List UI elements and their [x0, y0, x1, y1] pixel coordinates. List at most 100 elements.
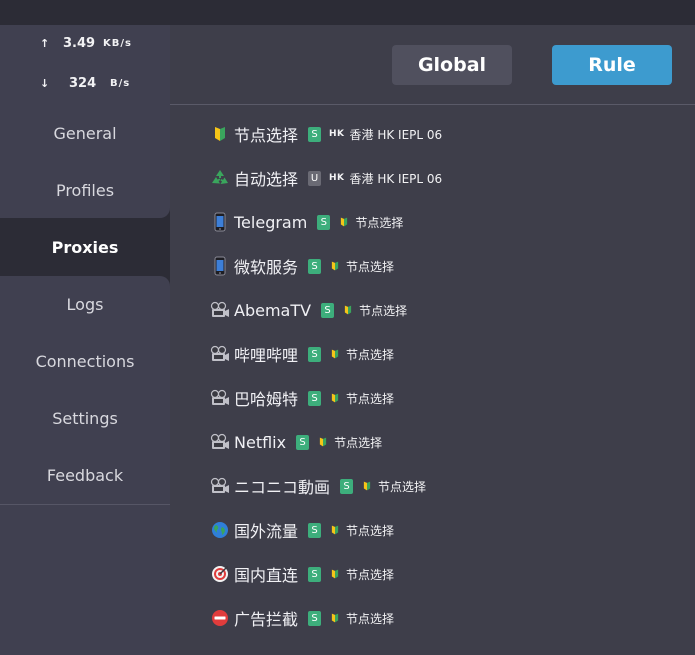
nav-profiles[interactable]: Profiles [0, 171, 170, 211]
proxy-type-badge: S [321, 302, 335, 318]
selected-proxy: 节点选择 [329, 346, 394, 363]
download-arrow-icon: ↓ [40, 77, 50, 90]
nav-proxies[interactable]: Proxies [0, 228, 170, 268]
proxy-type-badge: U [308, 170, 322, 186]
proxy-group-row[interactable]: 微软服务 S 节点选择 [210, 253, 394, 279]
beginner-icon [329, 567, 341, 581]
proxy-group-name: 哔哩哔哩 [234, 346, 299, 365]
proxy-type-badge: S [308, 390, 322, 406]
beginner-icon [329, 391, 341, 405]
proxy-group-row[interactable]: 国外流量 S 节点选择 [210, 517, 394, 543]
proxy-type-badge: S [317, 214, 331, 230]
selected-proxy-name: 节点选择 [346, 259, 395, 274]
selected-proxy: 节点选择 [338, 214, 403, 231]
upload-speed-value: 3.49 [63, 36, 96, 51]
nav-feedback[interactable]: Feedback [0, 456, 170, 496]
phone-icon [210, 212, 230, 232]
proxy-type-badge: S [308, 566, 322, 582]
mode-switch: Global Rule [170, 25, 695, 105]
rule-mode-button[interactable]: Rule [552, 45, 672, 85]
proxy-group-row[interactable]: 国内直连 S 节点选择 [210, 561, 394, 587]
nav-group-top: General Profiles [0, 105, 170, 218]
nav-general[interactable]: General [0, 114, 170, 154]
selected-proxy-name: 节点选择 [346, 391, 395, 406]
selected-proxy: 节点选择 [329, 522, 394, 539]
selected-proxy-name: 节点选择 [346, 611, 395, 626]
video-camera-icon [210, 432, 230, 452]
proxy-group-row[interactable]: 自动选择 U HK 香港 HK IEPL 06 [210, 165, 442, 191]
proxy-type-badge: S [308, 610, 322, 626]
proxy-group-name: 节点选择 [234, 126, 299, 145]
beginner-icon [342, 303, 354, 317]
video-camera-icon [210, 388, 230, 408]
globe-icon [210, 520, 230, 540]
proxy-group-row[interactable]: Netflix S 节点选择 [210, 429, 382, 455]
selected-proxy-name: 节点选择 [359, 303, 408, 318]
proxy-group-row[interactable]: AbemaTV S 节点选择 [210, 297, 407, 323]
beginner-icon [361, 479, 373, 493]
proxy-group-row[interactable]: ニコニコ動画 S 节点选择 [210, 473, 426, 499]
video-camera-icon [210, 344, 230, 364]
selected-proxy: 节点选择 [329, 390, 394, 407]
proxy-type-badge: S [308, 126, 322, 142]
nav-group-bottom: Logs Connections Settings Feedback [0, 276, 170, 505]
proxy-group-row[interactable]: 广告拦截 S 节点选择 [210, 605, 394, 631]
selected-proxy: HK 香港 HK IEPL 06 [329, 126, 442, 143]
download-speed: ↓ 324 B/s [0, 75, 170, 95]
selected-proxy-name: 节点选择 [334, 435, 383, 450]
beginner-icon [329, 611, 341, 625]
beginner-icon [329, 523, 341, 537]
selected-proxy-name: 香港 HK IEPL 06 [349, 171, 443, 186]
video-camera-icon [210, 300, 230, 320]
proxy-group-row[interactable]: 节点选择 S HK 香港 HK IEPL 06 [210, 121, 442, 147]
sidebar-filler [0, 505, 170, 655]
proxy-group-name: AbemaTV [234, 300, 312, 320]
no-entry-icon [210, 608, 230, 628]
proxy-type-badge: S [308, 346, 322, 362]
selected-proxy-name: 节点选择 [346, 523, 395, 538]
proxy-group-name: 自动选择 [234, 170, 299, 189]
upload-speed: ↑ 3.49 KB/s [0, 35, 170, 55]
selected-proxy: 节点选择 [342, 302, 407, 319]
proxy-group-name: 微软服务 [234, 258, 299, 277]
selected-proxy: 节点选择 [329, 258, 394, 275]
proxy-group-name: 国内直连 [234, 566, 299, 585]
upload-speed-unit: KB/s [103, 38, 132, 49]
region-flag-label: HK [329, 129, 345, 139]
region-flag-label: HK [329, 173, 345, 183]
nav-logs[interactable]: Logs [0, 285, 170, 325]
proxy-group-name: 巴哈姆特 [234, 390, 299, 409]
selected-proxy-name: 香港 HK IEPL 06 [349, 127, 443, 142]
proxy-group-name: 国外流量 [234, 522, 299, 541]
recycle-icon [210, 168, 230, 188]
proxy-group-name: ニコニコ動画 [234, 478, 331, 497]
sidebar: ↑ 3.49 KB/s ↓ 324 B/s General Profiles P… [0, 25, 170, 655]
proxy-group-name: Telegram [234, 212, 308, 232]
nav-settings[interactable]: Settings [0, 399, 170, 439]
nav-connections[interactable]: Connections [0, 342, 170, 382]
proxy-group-row[interactable]: 巴哈姆特 S 节点选择 [210, 385, 394, 411]
proxy-group-name: 广告拦截 [234, 610, 299, 629]
selected-proxy-name: 节点选择 [378, 479, 427, 494]
beginner-icon [329, 259, 341, 273]
proxy-type-badge: S [340, 478, 354, 494]
download-speed-value: 324 [69, 76, 97, 91]
proxy-group-row[interactable]: Telegram S 节点选择 [210, 209, 403, 235]
video-camera-icon [210, 476, 230, 496]
proxies-panel: Global Rule 节点选择 S HK 香港 HK IEPL 06 自动选择 U HK 香… [170, 25, 695, 655]
proxy-type-badge: S [296, 434, 310, 450]
proxy-group-name: Netflix [234, 432, 287, 452]
target-icon [210, 564, 230, 584]
proxy-type-badge: S [308, 258, 322, 274]
selected-proxy-name: 节点选择 [346, 347, 395, 362]
beginner-icon [210, 124, 230, 144]
upload-arrow-icon: ↑ [40, 37, 50, 50]
beginner-icon [329, 347, 341, 361]
selected-proxy: 节点选择 [329, 610, 394, 627]
selected-proxy: HK 香港 HK IEPL 06 [329, 170, 442, 187]
proxy-group-row[interactable]: 哔哩哔哩 S 节点选择 [210, 341, 394, 367]
global-mode-button[interactable]: Global [392, 45, 512, 85]
title-bar [0, 0, 695, 25]
selected-proxy: 节点选择 [329, 566, 394, 583]
selected-proxy-name: 节点选择 [355, 215, 404, 230]
